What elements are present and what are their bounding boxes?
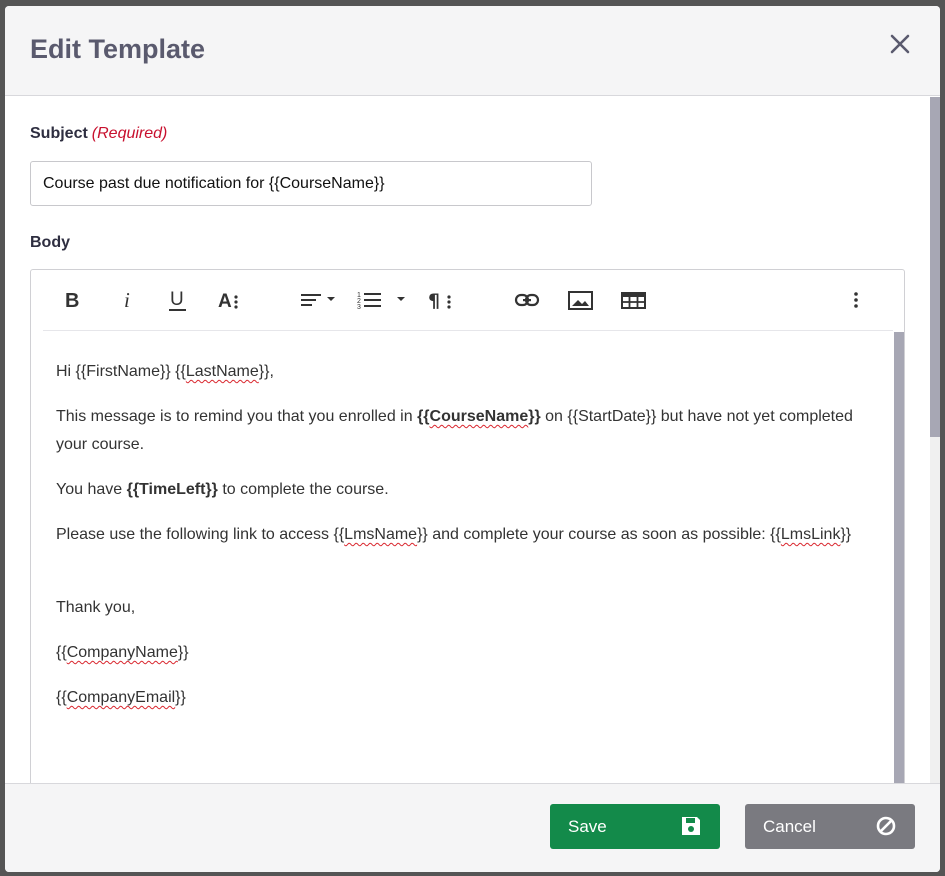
modal-body: Subject(Required) Body B i U A <box>5 97 940 783</box>
modal-title: Edit Template <box>30 34 206 64</box>
modal-scrollbar-thumb[interactable] <box>930 97 940 437</box>
edit-template-modal: Edit Template Subject(Required) Body B i… <box>5 6 940 872</box>
image-icon[interactable] <box>567 287 595 313</box>
editor-scrollbar[interactable] <box>894 332 904 783</box>
modal-footer: Save Cancel <box>5 783 940 872</box>
more-options-icon[interactable] <box>851 287 861 313</box>
required-indicator: (Required) <box>91 125 168 142</box>
floppy-disk-icon <box>680 815 702 842</box>
greeting-paragraph: Hi {{FirstName}} {{LastName}}, <box>56 363 274 380</box>
reminder-paragraph: This message is to remind you that you e… <box>56 408 853 453</box>
svg-text:3: 3 <box>357 304 361 311</box>
company-name-paragraph: {{CompanyName}} <box>56 644 189 661</box>
modal-header: Edit Template <box>5 6 940 96</box>
svg-text:A: A <box>218 291 232 311</box>
company-email-paragraph: {{CompanyEmail}} <box>56 689 186 706</box>
svg-text:U: U <box>170 289 184 310</box>
paragraph-format-icon[interactable]: ¶ <box>428 287 456 313</box>
svg-text:i: i <box>124 289 130 311</box>
underline-icon[interactable]: U <box>167 287 189 313</box>
bold-icon[interactable]: B <box>63 287 81 313</box>
body-label: Body <box>30 234 70 251</box>
svg-text:B: B <box>65 290 79 311</box>
subject-label: Subject (Required) <box>30 125 168 142</box>
modal-scrollbar[interactable] <box>930 97 940 783</box>
subject-input[interactable] <box>30 161 592 206</box>
time-left-paragraph: You have {{TimeLeft}} to complete the co… <box>56 481 389 498</box>
ordered-list-dropdown-icon[interactable]: 123 <box>357 287 409 313</box>
thanks-paragraph: Thank you, <box>56 599 136 616</box>
link-icon[interactable] <box>514 287 542 313</box>
align-dropdown-icon[interactable] <box>300 287 340 313</box>
link-paragraph: Please use the following link to access … <box>56 526 852 543</box>
save-button[interactable]: Save <box>550 804 720 849</box>
empty-line <box>56 566 880 594</box>
editor-content[interactable]: Hi {{FirstName}} {{LastName}}, This mess… <box>43 332 894 783</box>
cancel-button[interactable]: Cancel <box>745 804 915 849</box>
rich-text-editor: B i U A 123 ¶ Hi {{FirstName}} {{LastNam… <box>30 269 905 783</box>
table-icon[interactable] <box>620 287 648 313</box>
close-icon[interactable] <box>888 32 912 56</box>
editor-toolbar: B i U A 123 ¶ <box>43 270 893 331</box>
font-size-icon[interactable]: A <box>217 287 243 313</box>
italic-icon[interactable]: i <box>121 287 135 313</box>
svg-text:¶: ¶ <box>428 290 440 311</box>
ban-icon <box>875 815 897 842</box>
